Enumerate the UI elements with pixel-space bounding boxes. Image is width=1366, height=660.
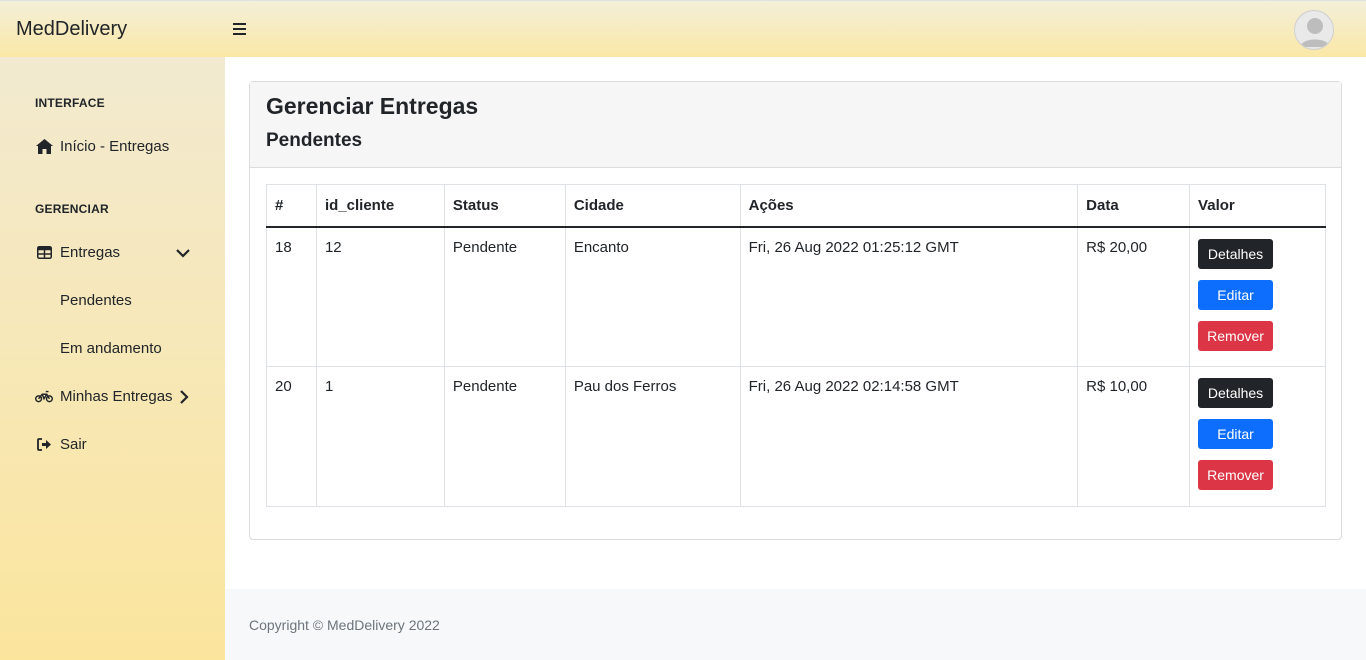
chevron-down-icon[interactable] <box>176 245 190 262</box>
footer: Copyright © MedDelivery 2022 <box>225 589 1366 660</box>
column-header-cidade: Cidade <box>564 184 741 228</box>
cell-cidade: Encanto <box>564 226 741 367</box>
user-avatar[interactable] <box>1294 10 1334 50</box>
details-button[interactable]: Detalhes <box>1198 378 1274 408</box>
remove-button[interactable]: Remover <box>1198 460 1274 490</box>
deliveries-card: Gerenciar Entregas Pendentes # id_client… <box>249 81 1342 540</box>
main-content: Gerenciar Entregas Pendentes # id_client… <box>225 57 1366 589</box>
sidebar-item-sair[interactable]: Sair <box>35 436 87 453</box>
details-button[interactable]: Detalhes <box>1198 238 1274 269</box>
edit-button[interactable]: Editar <box>1198 419 1274 449</box>
sidebar-heading-gerenciar: GERENCIAR <box>35 202 109 216</box>
column-header-data: Data <box>1077 184 1191 228</box>
cell-status: Pendente <box>443 366 566 507</box>
sidebar-subitem-pendentes[interactable]: Pendentes <box>60 292 132 309</box>
column-header-acoes: Ações <box>739 184 1079 228</box>
bars-icon <box>233 23 246 35</box>
table-header-row: # id_cliente Status Cidade Ações Data Va… <box>266 184 1326 228</box>
sign-out-icon <box>35 438 53 451</box>
table-row: 18 12 Pendente Encanto Fri, 26 Aug 2022 … <box>266 226 1326 367</box>
sidebar-heading-interface: INTERFACE <box>35 96 105 110</box>
deliveries-table: # id_cliente Status Cidade Ações Data Va… <box>266 184 1326 507</box>
cell-data: R$ 20,00 <box>1077 226 1191 367</box>
cell-acoes: Fri, 26 Aug 2022 01:25:12 GMT <box>739 226 1079 367</box>
cell-cidade: Pau dos Ferros <box>564 366 741 507</box>
sidebar-item-entregas-label: Entregas <box>60 244 121 261</box>
page-subtitle: Pendentes <box>266 130 363 151</box>
copyright-text: Copyright © MedDelivery 2022 <box>249 617 440 633</box>
cell-id: 18 <box>266 226 317 367</box>
sidebar-item-minhas-entregas[interactable]: Minhas Entregas <box>35 388 173 405</box>
column-header-id: # <box>266 184 317 228</box>
top-navbar: MedDelivery <box>0 0 1366 57</box>
column-header-id-cliente: id_cliente <box>315 184 445 228</box>
column-header-valor: Valor <box>1189 184 1326 228</box>
sidebar-item-sair-label: Sair <box>60 436 87 453</box>
sidebar-item-entregas[interactable]: Entregas <box>35 244 120 261</box>
sidebar-item-inicio[interactable]: Início - Entregas <box>35 138 169 155</box>
user-avatar-icon <box>1300 18 1330 47</box>
card-header: Gerenciar Entregas Pendentes <box>250 82 1341 168</box>
column-header-status: Status <box>443 184 566 228</box>
page-title: Gerenciar Entregas <box>266 93 479 119</box>
cell-id: 20 <box>266 366 317 507</box>
edit-button[interactable]: Editar <box>1198 279 1274 310</box>
cell-id-cliente: 1 <box>315 366 445 507</box>
cell-actions: Detalhes Editar Remover <box>1189 226 1326 367</box>
cell-id-cliente: 12 <box>315 226 445 367</box>
cell-actions: Detalhes Editar Remover <box>1189 366 1326 507</box>
remove-button[interactable]: Remover <box>1198 320 1274 351</box>
home-icon <box>35 139 53 154</box>
brand-logo[interactable]: MedDelivery <box>16 18 127 41</box>
table-icon <box>35 246 53 259</box>
motorcycle-icon <box>35 390 53 403</box>
cell-acoes: Fri, 26 Aug 2022 02:14:58 GMT <box>739 366 1079 507</box>
cell-data: R$ 10,00 <box>1077 366 1191 507</box>
table-row: 20 1 Pendente Pau dos Ferros Fri, 26 Aug… <box>266 366 1326 507</box>
sidebar-item-inicio-label: Início - Entregas <box>60 138 170 155</box>
cell-status: Pendente <box>443 226 566 367</box>
sidebar-item-minhas-entregas-label: Minhas Entregas <box>60 388 173 405</box>
menu-toggle-button[interactable] <box>233 19 246 40</box>
sidebar-subitem-em-andamento[interactable]: Em andamento <box>60 340 162 357</box>
chevron-right-icon[interactable] <box>179 390 189 408</box>
sidebar: INTERFACE Início - Entregas GERENCIAR En… <box>0 57 225 660</box>
